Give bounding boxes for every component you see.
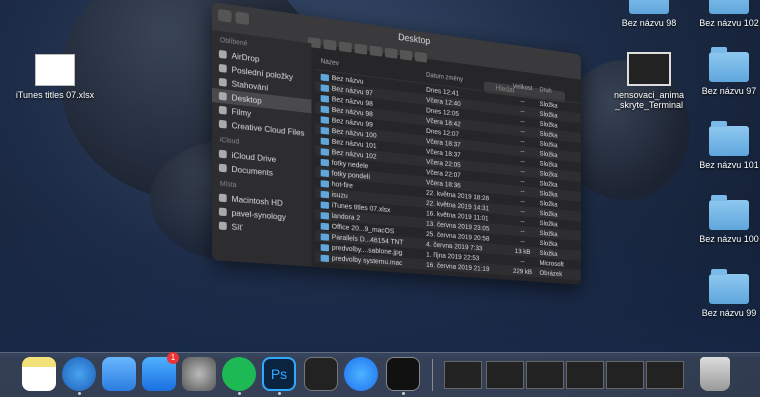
desktop-icon-label: Bez názvu 99 — [702, 308, 757, 318]
finder-sidebar: Oblíbené AirDrop Poslední položky Stahování… — [212, 30, 311, 267]
system-preferences-app-icon[interactable] — [182, 357, 216, 391]
desktop-icon-label: Bez názvu 101 — [699, 160, 759, 170]
desktop-icon-label: Bez názvu 102 — [699, 18, 759, 28]
list-view-icon[interactable] — [323, 39, 336, 50]
sidebar-item-icon — [219, 64, 227, 73]
desktop-icon-label: Bez názvu 97 — [702, 86, 757, 96]
finder-window[interactable]: Desktop Hledat Oblíbené AirDrop Poslední p… — [212, 2, 581, 285]
trash-icon[interactable] — [700, 357, 730, 391]
folder-icon — [321, 73, 329, 81]
folder-icon — [321, 180, 329, 188]
folder-icon — [321, 222, 329, 229]
messages-app-icon[interactable] — [102, 357, 136, 391]
safari-app-icon[interactable] — [62, 357, 96, 391]
running-indicator — [278, 392, 281, 395]
forward-arrow-icon[interactable] — [235, 11, 249, 25]
desktop-icon-label: iTunes titles 07.xlsx — [16, 90, 94, 100]
notes-app-icon[interactable] — [22, 357, 56, 391]
folder-icon — [321, 169, 329, 177]
desktop-icon-label: Bez názvu 100 — [699, 234, 759, 244]
spotify-app-icon[interactable] — [222, 357, 256, 391]
desktop-folder[interactable]: Bez názvu 99 — [684, 274, 760, 318]
folder-icon — [709, 52, 749, 82]
sidebar-item-icon — [219, 208, 227, 217]
folder-icon — [321, 84, 329, 92]
terminal-app-icon[interactable] — [386, 357, 420, 391]
folder-icon — [321, 116, 329, 124]
folder-icon — [321, 244, 329, 251]
desktop-file-terminal[interactable]: nensovaci_anima _skryte_Terminal — [604, 52, 694, 110]
folder-icon — [321, 212, 329, 219]
desktop-folder[interactable]: Bez názvu 102 — [684, 0, 760, 28]
tag-icon[interactable] — [415, 52, 427, 63]
file-kind: Obrázek — [540, 267, 572, 279]
photoshop-app-icon[interactable]: Ps — [262, 357, 296, 391]
window-title: Desktop — [398, 32, 430, 47]
running-indicator — [402, 392, 405, 395]
sidebar-item-icon — [219, 150, 227, 159]
sidebar-item-label: Desktop — [232, 92, 262, 105]
sidebar-item-icon — [219, 92, 227, 101]
gear-icon[interactable] — [385, 48, 397, 59]
desktop-folder[interactable]: Bez názvu 100 — [684, 200, 760, 244]
desktop-icon-label: Bez názvu 98 — [622, 18, 677, 28]
folder-icon — [321, 233, 329, 240]
activity-monitor-app-icon[interactable] — [304, 357, 338, 391]
spreadsheet-icon — [35, 54, 75, 86]
folder-icon — [321, 254, 329, 261]
minimized-window-thumbnail[interactable] — [526, 361, 564, 389]
minimized-window-thumbnail[interactable] — [566, 361, 604, 389]
running-indicator — [78, 392, 81, 395]
list-rows: Bez názvu Dnes 12:41 -- Složka Bez názvu 97 V… — [315, 70, 581, 280]
minimized-window-thumbnail[interactable] — [606, 361, 644, 389]
folder-icon — [709, 0, 749, 14]
sidebar-item-label: Filmy — [232, 106, 252, 118]
sidebar-item-icon — [219, 50, 227, 59]
folder-icon — [321, 158, 329, 166]
minimized-window-thumbnail[interactable] — [444, 361, 482, 389]
desktop-folder[interactable]: Bez názvu 101 — [684, 126, 760, 170]
folder-icon — [321, 94, 329, 102]
gallery-view-icon[interactable] — [354, 43, 367, 54]
folder-icon — [321, 105, 329, 113]
column-view-icon[interactable] — [339, 41, 352, 52]
file-size: 229 kB — [505, 265, 539, 277]
back-arrow-icon[interactable] — [218, 9, 232, 23]
folder-icon — [709, 126, 749, 156]
desktop-folder[interactable]: Bez názvu 97 — [684, 52, 760, 96]
minimized-window-thumbnail[interactable] — [486, 361, 524, 389]
file-list: Název Datum změny Velikost Druh Bez názv… — [315, 57, 581, 284]
folder-icon — [321, 126, 329, 134]
dock-separator — [432, 359, 433, 391]
file-name-text: isuzu — [332, 190, 348, 200]
sidebar-item-label: AirDrop — [232, 51, 260, 64]
sidebar-item-icon — [219, 106, 227, 115]
sidebar-item-icon — [219, 222, 227, 231]
sidebar-item-label: Documents — [232, 164, 273, 178]
folder-icon — [321, 148, 329, 156]
share-icon[interactable] — [400, 50, 412, 61]
terminal-thumbnail-icon — [627, 52, 671, 86]
folder-icon — [321, 137, 329, 145]
sidebar-item-icon — [219, 194, 227, 203]
sidebar-item-icon — [219, 78, 227, 87]
running-indicator — [238, 392, 241, 395]
desktop-file-itunes[interactable]: iTunes titles 07.xlsx — [10, 54, 100, 100]
sidebar-item-icon — [219, 164, 227, 173]
desktop-folder[interactable]: Bez názvu 98 — [604, 0, 694, 28]
group-icon[interactable] — [370, 45, 382, 56]
sidebar-item-icon — [219, 120, 227, 129]
folder-icon — [709, 274, 749, 304]
folder-icon — [629, 0, 669, 14]
minimized-window-thumbnail[interactable] — [646, 361, 684, 389]
messenger-app-icon[interactable] — [344, 357, 378, 391]
sidebar-item-label: Síť — [232, 222, 243, 233]
folder-icon — [709, 200, 749, 230]
folder-icon — [321, 190, 329, 198]
nav-buttons — [218, 9, 249, 25]
dock: Ps — [0, 352, 760, 397]
desktop-icon-label: nensovaci_anima _skryte_Terminal — [614, 90, 684, 110]
folder-icon — [321, 201, 329, 208]
app-store-badge: 1 — [167, 352, 179, 364]
